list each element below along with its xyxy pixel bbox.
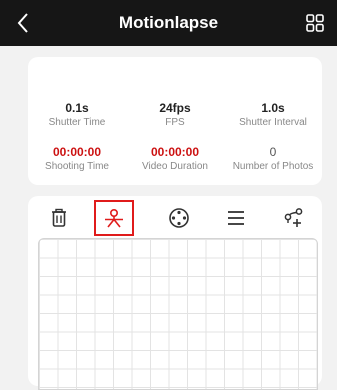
motion-grid-canvas[interactable] (38, 238, 318, 390)
shooting-time-value: 00:00:00 (52, 145, 102, 159)
top-bar: Motionlapse (0, 0, 337, 46)
stat-shutter-interval: 1.0s Shutter Interval (224, 101, 322, 128)
shutter-time-value: 0.1s (65, 101, 89, 115)
list-button[interactable] (218, 202, 254, 234)
stat-video-duration: 00:00:00 Video Duration (126, 145, 224, 172)
page-title: Motionlapse (118, 13, 219, 32)
stat-shutter-time: 0.1s Shutter Time (28, 101, 126, 128)
shutter-interval-label: Shutter Interval (239, 117, 307, 128)
fps-value: 24fps (159, 101, 191, 115)
delete-button[interactable] (41, 202, 77, 234)
trash-icon (52, 208, 66, 227)
grid-icon (306, 14, 324, 32)
stat-shooting-time: 00:00:00 Shooting Time (28, 145, 126, 172)
position-tool-button[interactable] (94, 200, 134, 236)
joystick-button[interactable] (161, 202, 197, 234)
add-path-button[interactable] (276, 202, 312, 234)
add-path-icon (284, 208, 303, 227)
shooting-time-label: Shooting Time (45, 161, 109, 172)
joystick-icon (169, 208, 189, 228)
stat-fps: 24fps FPS (126, 101, 224, 128)
video-duration-label: Video Duration (142, 161, 208, 172)
video-duration-value: 00:00:00 (150, 145, 200, 159)
number-of-photos-label: Number of Photos (232, 161, 314, 172)
motion-editor-panel (28, 196, 322, 390)
number-of-photos-value: 0 (269, 145, 277, 159)
fps-label: FPS (165, 117, 185, 128)
position-pin-icon (105, 208, 123, 228)
grid-menu-button[interactable] (303, 11, 327, 35)
list-icon (228, 211, 244, 225)
shutter-interval-value: 1.0s (261, 101, 285, 115)
stats-card: 0.1s Shutter Time 24fps FPS 1.0s Shutter… (28, 57, 322, 185)
stat-number-of-photos: 0 Number of Photos (224, 145, 322, 172)
shutter-time-label: Shutter Time (48, 117, 106, 128)
